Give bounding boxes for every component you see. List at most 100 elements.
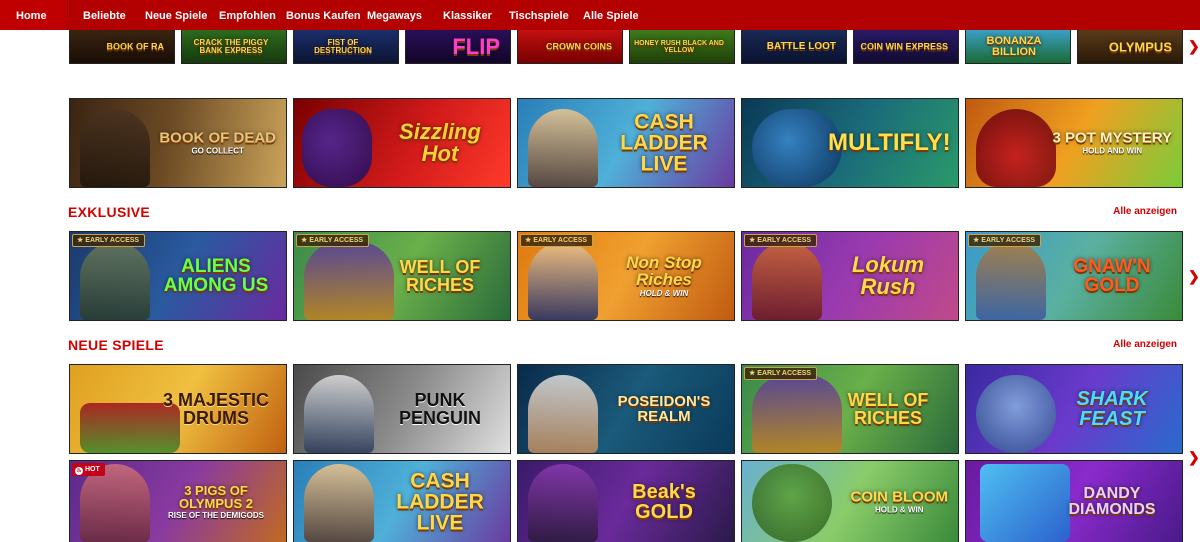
game-tile-poseidons-realm[interactable]: POSEIDON'S REALM: [517, 364, 735, 454]
game-tile-aliens-among-us[interactable]: ★ EARLY ACCESS ALIENS AMONG US: [69, 231, 287, 321]
star-icon: ★: [749, 370, 756, 377]
nav-item-bonus-kaufen[interactable]: Bonus Kaufen: [286, 0, 361, 30]
section-title-neue-spiele: NEUE SPIELE: [68, 337, 164, 353]
hot-label: HOT: [85, 466, 100, 473]
game-tile-sizzling-hot[interactable]: Sizzling Hot: [293, 98, 511, 188]
nav-item-tischspiele[interactable]: Tischspiele: [509, 0, 569, 30]
star-icon: ★: [301, 237, 308, 244]
game-tile-beaks-gold[interactable]: Beak's GOLD: [517, 460, 735, 542]
game-title-text: 3 POT MYSTERY: [1052, 129, 1172, 147]
game-tile-punk-penguin[interactable]: PUNK PENGUIN: [293, 364, 511, 454]
nav-item-neue-spiele[interactable]: Neue Spiele: [145, 0, 207, 30]
game-title: BATTLE LOOT: [766, 40, 836, 52]
game-title: FLIP: [452, 33, 500, 59]
game-title: BOOK OF DEAD GO COLLECT: [159, 131, 276, 156]
character-figure: [80, 109, 150, 187]
badge-label: EARLY ACCESS: [757, 237, 812, 244]
game-title: 3 POT MYSTERY HOLD AND WIN: [1053, 131, 1172, 156]
flame-icon: ♨: [75, 467, 83, 475]
host-figure: [304, 464, 374, 542]
shark-figure: [976, 375, 1056, 453]
nav-item-home[interactable]: Home: [16, 0, 47, 30]
character-figure: [528, 242, 598, 320]
badge-label: EARLY ACCESS: [533, 237, 588, 244]
star-icon: ★: [973, 237, 980, 244]
game-tile-cash-ladder-live-2[interactable]: CASH LADDER LIVE: [293, 460, 511, 542]
game-title: FIST OF DESTRUCTION: [314, 37, 372, 55]
game-tile-gnawn-gold[interactable]: ★ EARLY ACCESS GNAW'N GOLD: [965, 231, 1183, 321]
game-title: 3 PIGS OF OLYMPUS 2 RISE OF THE DEMIGODS: [156, 484, 276, 520]
game-title: PUNK PENGUIN: [398, 390, 481, 428]
badge-label: EARLY ACCESS: [981, 237, 1036, 244]
early-access-badge: ★ EARLY ACCESS: [744, 367, 818, 380]
game-tile-lokum-rush[interactable]: ★ EARLY ACCESS Lokum Rush: [741, 231, 959, 321]
game-tile-well-of-riches[interactable]: ★ EARLY ACCESS WELL OF RICHES: [293, 231, 511, 321]
poseidon-figure: [528, 375, 598, 453]
hot-badge: ♨ HOT: [72, 463, 105, 476]
game-title: CRACK THE PIGGY BANK EXPRESS: [193, 37, 269, 55]
game-tile-well-of-riches-2[interactable]: ★ EARLY ACCESS WELL OF RICHES: [741, 364, 959, 454]
game-tile-cash-ladder-live[interactable]: CASH LADDER LIVE: [517, 98, 735, 188]
game-tile-non-stop-riches[interactable]: ★ EARLY ACCESS Non Stop Riches HOLD & WIN: [517, 231, 735, 321]
early-access-badge: ★ EARLY ACCESS: [296, 234, 370, 247]
game-title: BONANZA BILLION: [986, 34, 1042, 58]
game-title: Beak's GOLD: [632, 480, 696, 523]
game-title: Sizzling Hot: [399, 119, 481, 166]
exklusive-show-all-link[interactable]: Alle anzeigen: [1113, 206, 1177, 217]
section-title-exklusive: EXKLUSIVE: [68, 204, 151, 220]
early-access-badge: ★ EARLY ACCESS: [72, 234, 146, 247]
early-access-badge: ★ EARLY ACCESS: [744, 234, 818, 247]
early-access-badge: ★ EARLY ACCESS: [968, 234, 1042, 247]
game-title: HONEY RUSH BLACK AND YELLOW: [634, 39, 724, 54]
badge-label: EARLY ACCESS: [757, 370, 812, 377]
game-title: ALIENS AMONG US: [163, 256, 269, 296]
game-title: COIN WIN EXPRESS: [860, 41, 948, 51]
game-tile-dandy-diamonds[interactable]: DANDY DIAMONDS: [965, 460, 1183, 542]
game-title: COIN BLOOM HOLD & WIN: [851, 489, 949, 514]
grapes-figure: [302, 109, 372, 187]
game-tile-crown-coins[interactable]: CROWN COINS: [517, 30, 623, 64]
game-tile-shark-feast[interactable]: SHARK FEAST: [965, 364, 1183, 454]
nav-item-megaways[interactable]: Megaways: [367, 0, 422, 30]
game-tile-bonanza-billion[interactable]: BONANZA BILLION: [965, 30, 1071, 64]
neue-spiele-show-all-link[interactable]: Alle anzeigen: [1113, 339, 1177, 350]
nav-item-alle-spiele[interactable]: Alle Spiele: [583, 0, 639, 30]
game-subtitle: HOLD & WIN: [639, 289, 689, 298]
nav-item-beliebte[interactable]: Beliebte: [83, 0, 126, 30]
game-tile-book-of-dead[interactable]: BOOK OF DEAD GO COLLECT: [69, 98, 287, 188]
game-title-text: BOOK OF DEAD: [159, 129, 276, 147]
game-title-text: 3 PIGS OF OLYMPUS 2: [179, 482, 253, 511]
penguin-figure: [304, 375, 374, 453]
game-tile-flip[interactable]: FLIP: [405, 30, 511, 64]
game-tile-honey-rush[interactable]: HONEY RUSH BLACK AND YELLOW: [629, 30, 735, 64]
badge-label: EARLY ACCESS: [309, 237, 364, 244]
chevron-right-icon[interactable]: ❯: [1188, 449, 1200, 466]
chevron-right-icon[interactable]: ❯: [1188, 268, 1200, 285]
game-tile-3-pot-mystery[interactable]: 3 POT MYSTERY HOLD AND WIN: [965, 98, 1183, 188]
game-tile-fist-of-destruction[interactable]: FIST OF DESTRUCTION: [293, 30, 399, 64]
game-tile-book-of-ra[interactable]: BOOK OF RA: [69, 30, 175, 64]
star-icon: ★: [525, 237, 532, 244]
tree-figure: [752, 464, 832, 542]
game-subtitle: RISE OF THE DEMIGODS: [167, 510, 264, 520]
game-title-text: COIN BLOOM: [850, 488, 949, 505]
nav-item-klassiker[interactable]: Klassiker: [443, 0, 492, 30]
nav-item-empfohlen[interactable]: Empfohlen: [219, 0, 276, 30]
game-title: WELL OF RICHES: [399, 257, 481, 295]
game-tile-coin-win-express[interactable]: COIN WIN EXPRESS: [853, 30, 959, 64]
game-tile-olympus[interactable]: OLYMPUS: [1077, 30, 1183, 64]
game-tile-crack-the-piggy-bank[interactable]: CRACK THE PIGGY BANK EXPRESS: [181, 30, 287, 64]
game-title: POSEIDON'S REALM: [617, 393, 711, 425]
game-tile-multifly[interactable]: MULTIFLY!: [741, 98, 959, 188]
star-icon: ★: [77, 237, 84, 244]
game-title: Lokum Rush: [851, 252, 925, 299]
game-title: Non Stop Riches HOLD & WIN: [604, 254, 724, 298]
game-tile-3-majestic-drums[interactable]: 3 MAJESTIC DRUMS: [69, 364, 287, 454]
game-tile-coin-bloom[interactable]: COIN BLOOM HOLD & WIN: [741, 460, 959, 542]
star-icon: ★: [749, 237, 756, 244]
early-access-badge: ★ EARLY ACCESS: [520, 234, 594, 247]
game-tile-battle-loot[interactable]: BATTLE LOOT: [741, 30, 847, 64]
chevron-right-icon[interactable]: ❯: [1188, 38, 1200, 55]
game-tile-3-pigs-of-olympus-2[interactable]: ♨ HOT 3 PIGS OF OLYMPUS 2 RISE OF THE DEM…: [69, 460, 287, 542]
game-title: WELL OF RICHES: [847, 390, 929, 428]
